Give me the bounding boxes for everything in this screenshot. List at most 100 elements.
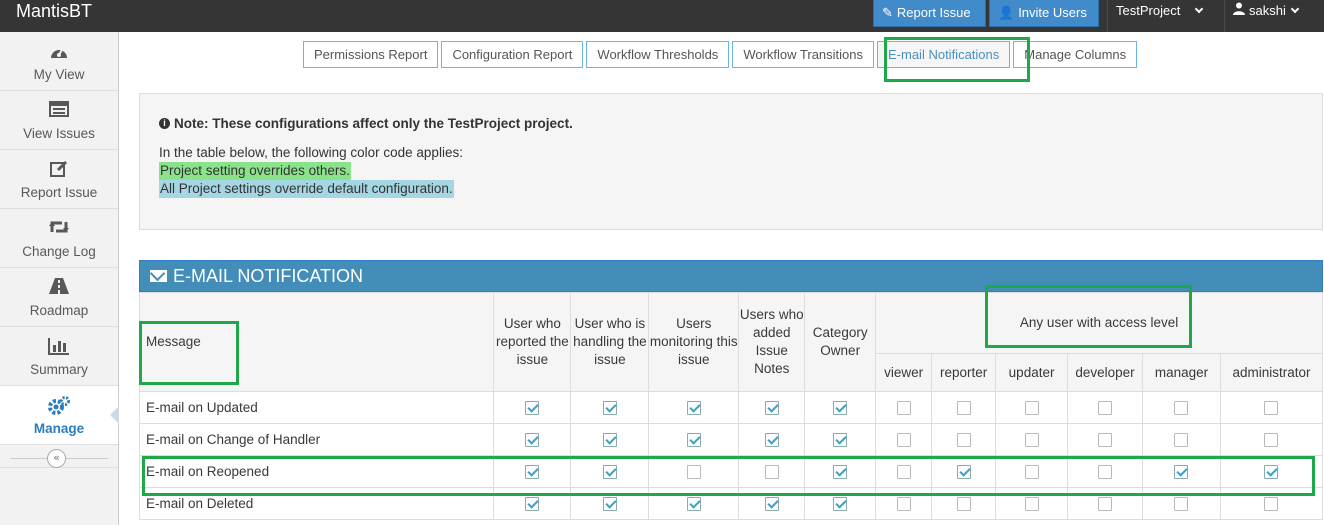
checkbox-cell (648, 487, 740, 520)
checkbox-cell (875, 391, 933, 424)
sidebar-collapse-bar: « (0, 446, 118, 468)
checkbox-cell (1142, 423, 1221, 456)
sidebar-item-label: Change Log (22, 244, 96, 259)
notification-checkbox[interactable] (1024, 465, 1039, 480)
user-icon (1233, 1, 1245, 21)
notification-checkbox[interactable] (833, 465, 848, 480)
notification-checkbox[interactable] (1174, 433, 1189, 448)
sidebar-item-roadmap[interactable]: Roadmap (0, 268, 118, 327)
sidebar-item-summary[interactable]: Summary (0, 327, 118, 386)
checkbox-cell (995, 391, 1069, 424)
access-level-header: viewer (875, 353, 933, 392)
notification-checkbox[interactable] (602, 401, 617, 416)
notification-checkbox[interactable] (896, 465, 911, 480)
notification-checkbox[interactable] (1174, 465, 1189, 480)
checkbox-cell (804, 391, 877, 424)
notification-checkbox[interactable] (1174, 497, 1189, 512)
edit-icon (0, 160, 118, 178)
edit-icon: ✎ (882, 5, 893, 20)
notification-checkbox[interactable] (1024, 401, 1039, 416)
checkbox-cell (875, 455, 933, 488)
notification-checkbox[interactable] (1264, 433, 1279, 448)
checkbox-cell (995, 423, 1069, 456)
report-issue-button[interactable]: ✎ Report Issue (873, 0, 986, 27)
user-menu[interactable]: sakshi (1224, 0, 1324, 32)
checkbox-cell (570, 391, 650, 424)
tab-configuration-report[interactable]: Configuration Report (441, 41, 584, 68)
sidebar-item-change-log[interactable]: Change Log (0, 209, 118, 268)
notification-checkbox[interactable] (764, 497, 779, 512)
sidebar-item-manage[interactable]: Manage (0, 386, 119, 445)
invite-users-button[interactable]: 👤 Invite Users (989, 0, 1099, 27)
sidebar-item-label: My View (33, 67, 85, 82)
notification-checkbox[interactable] (1098, 401, 1113, 416)
access-level-header: reporter (931, 353, 997, 392)
checkbox-cell (738, 487, 806, 520)
notification-checkbox[interactable] (602, 497, 617, 512)
tab-manage-columns[interactable]: Manage Columns (1013, 41, 1138, 68)
notification-checkbox[interactable] (686, 401, 701, 416)
notification-checkbox[interactable] (525, 433, 540, 448)
table-row: E-mail on Deleted (138, 487, 1324, 520)
project-selector[interactable]: TestProject (1107, 0, 1223, 32)
notification-checkbox[interactable] (896, 401, 911, 416)
checkbox-cell (875, 423, 933, 456)
email-notification-header: E-MAIL NOTIFICATION (139, 260, 1323, 292)
sidebar-item-my-view[interactable]: My View (0, 32, 118, 91)
legend-all-projects-override: All Project settings override default co… (159, 180, 454, 198)
tab-workflow-transitions[interactable]: Workflow Transitions (732, 41, 874, 68)
brand-logo[interactable]: MantisBT (16, 0, 92, 32)
notification-checkbox[interactable] (1174, 401, 1189, 416)
notification-checkbox[interactable] (525, 497, 540, 512)
notification-checkbox[interactable] (1024, 497, 1039, 512)
widget-title: E-MAIL NOTIFICATION (173, 266, 364, 286)
notification-checkbox[interactable] (1264, 497, 1279, 512)
notification-checkbox[interactable] (686, 497, 701, 512)
checkbox-cell (570, 455, 650, 488)
notification-checkbox[interactable] (602, 465, 617, 480)
message-header: Message (138, 292, 495, 392)
notification-checkbox[interactable] (896, 433, 911, 448)
notification-checkbox[interactable] (1264, 401, 1279, 416)
notification-checkbox[interactable] (764, 401, 779, 416)
notification-checkbox[interactable] (956, 401, 971, 416)
sidebar-item-label: Roadmap (29, 303, 89, 318)
notification-checkbox[interactable] (764, 433, 779, 448)
notification-checkbox[interactable] (833, 497, 848, 512)
checkbox-cell (493, 423, 572, 456)
notification-checkbox[interactable] (1098, 433, 1113, 448)
tab-workflow-thresholds[interactable]: Workflow Thresholds (586, 41, 730, 68)
notification-checkbox[interactable] (525, 465, 540, 480)
table-body: E-mail on Updated E-mail on Change of Han… (138, 391, 1324, 520)
notification-checkbox[interactable] (833, 433, 848, 448)
table-row: E-mail on Reopened (138, 455, 1324, 488)
notification-checkbox[interactable] (896, 497, 911, 512)
access-level-group-header: Any user with access level (875, 292, 1323, 354)
invite-users-label: Invite Users (1018, 5, 1087, 20)
checkbox-cell (1219, 487, 1324, 520)
notification-checkbox[interactable] (956, 465, 971, 480)
notification-checkbox[interactable] (1024, 433, 1039, 448)
notification-checkbox[interactable] (1264, 465, 1279, 480)
notification-checkbox[interactable] (956, 497, 971, 512)
checkbox-cell (995, 455, 1069, 488)
sidebar-item-view-issues[interactable]: View Issues (0, 91, 118, 150)
report-issue-label: Report Issue (896, 5, 971, 20)
notification-checkbox[interactable] (1098, 497, 1113, 512)
notification-checkbox[interactable] (764, 465, 779, 480)
notification-checkbox[interactable] (686, 465, 701, 480)
notification-checkbox[interactable] (1098, 465, 1113, 480)
sidebar-item-report-issue[interactable]: Report Issue (0, 150, 118, 209)
notification-checkbox[interactable] (686, 433, 701, 448)
note-title-text: Note: These configurations affect only t… (174, 116, 573, 131)
notification-checkbox[interactable] (833, 401, 848, 416)
collapse-sidebar-button[interactable]: « (47, 449, 66, 468)
tab-email-notifications[interactable]: E-mail Notifications (877, 41, 1011, 68)
role-header: User who reported the issue (493, 292, 572, 392)
notification-checkbox[interactable] (602, 433, 617, 448)
tab-permissions-report[interactable]: Permissions Report (303, 41, 439, 68)
active-indicator (110, 406, 119, 424)
table-row: E-mail on Change of Handler (138, 423, 1324, 456)
notification-checkbox[interactable] (956, 433, 971, 448)
notification-checkbox[interactable] (525, 401, 540, 416)
